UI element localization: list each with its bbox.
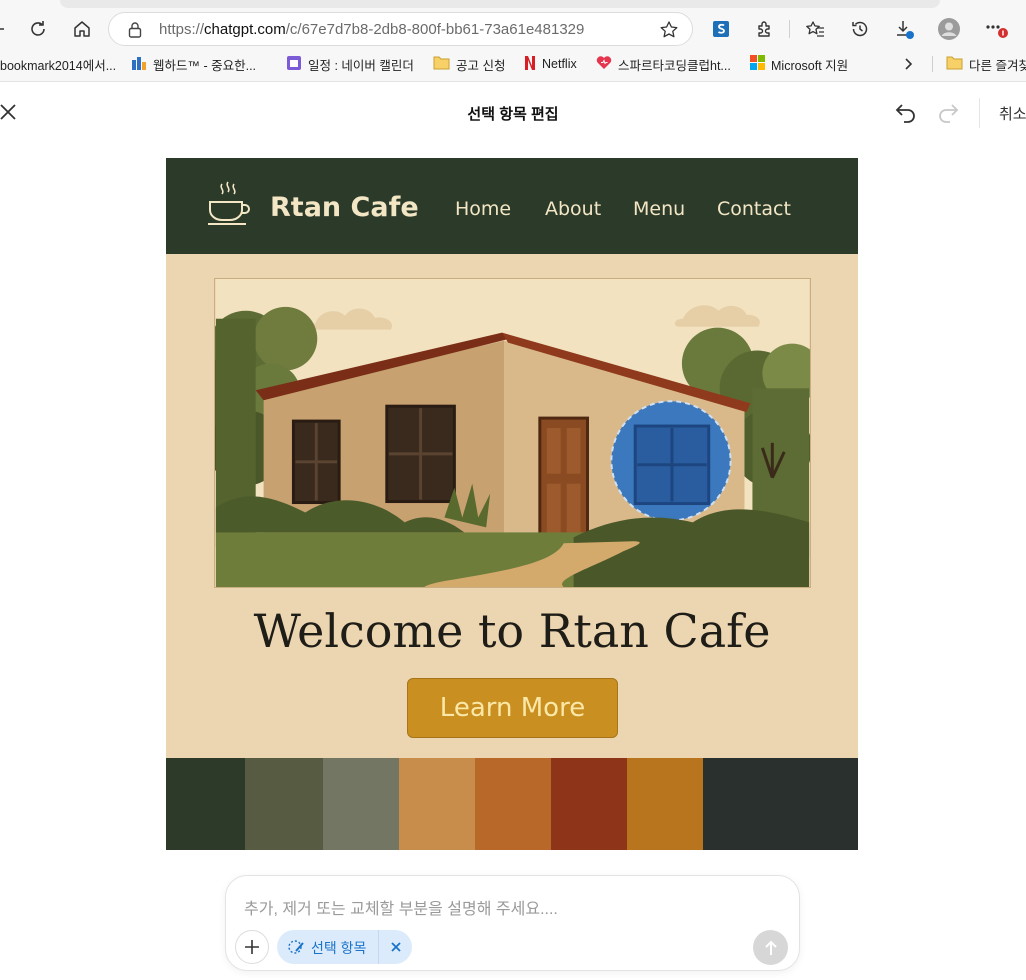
bookmark-item[interactable]: 웹하드™ - 중요한... [131,54,256,74]
bookmark-label: Microsoft 지원 [771,58,849,73]
arrow-up-icon [764,940,777,955]
tab-strip [60,0,940,8]
favorite-star-icon[interactable] [659,20,679,45]
selection-chip[interactable]: 선택 항목 [277,930,412,964]
add-attachment-button[interactable] [235,930,269,964]
toolbar-divider [789,20,790,38]
back-icon[interactable] [0,14,16,44]
bookmark-item[interactable]: 스파르타코딩클럽ht... [596,54,731,74]
settings-more-icon[interactable] [980,14,1010,44]
address-bar[interactable]: https://chatgpt.com/c/67e7d7b8-2db8-800f… [108,12,693,46]
redo-icon[interactable] [934,100,960,126]
site-nav-home: Home [455,198,512,220]
edit-prompt-composer: 추가, 제거 또는 교체할 부분을 설명해 주세요.... 선택 항목 [225,875,800,971]
lock-icon[interactable] [127,21,143,44]
bookmark-label: 웹하드™ - 중요한... [153,58,257,73]
remove-selection-close-icon[interactable] [387,938,405,956]
netflix-icon [524,55,536,74]
color-palette [166,758,858,850]
bookmark-item[interactable]: 다른 즐겨찾기 [946,54,1026,74]
site-learn-more-label: Learn More [439,693,586,723]
sparta-heart-icon [596,55,612,73]
plus-icon [245,940,259,954]
bookmark-item[interactable]: bookmark2014에서... [0,54,116,74]
bookmarks-divider [932,56,933,72]
bookmark-label: Netflix [542,57,577,71]
palette-swatch [703,758,858,850]
home-icon[interactable] [67,14,97,44]
palette-swatch [399,758,475,850]
microsoft-icon [750,55,765,73]
coffee-cup-icon [208,181,250,225]
palette-swatch [627,758,703,850]
extensions-puzzle-icon[interactable] [750,14,780,44]
favorites-icon[interactable] [800,14,830,44]
calendar-icon [286,55,302,74]
bookmark-item[interactable]: 공고 신청 [433,54,505,74]
downloads-icon[interactable] [889,14,919,44]
header-divider [979,98,980,128]
send-button[interactable] [753,930,788,965]
bookmark-label: 다른 즐겨찾기 [969,58,1026,73]
profile-avatar-icon[interactable] [934,14,964,44]
url-text: https://chatgpt.com/c/67e7d7b8-2db8-800f… [159,21,585,38]
reload-icon[interactable] [23,14,53,44]
site-brand: Rtan Cafe [270,192,419,223]
bookmarks-overflow-chevron-icon[interactable] [902,54,914,74]
site-nav-contact: Contact [717,198,791,220]
editor-title: 선택 항목 편집 [467,106,559,123]
palette-swatch [475,758,551,850]
site-nav-menu: Menu [633,198,686,220]
chip-divider [378,930,379,964]
site-learn-more-button: Learn More [407,678,618,738]
cancel-button[interactable]: 취소 [999,103,1026,124]
folder-icon [433,55,450,73]
history-icon[interactable] [845,14,875,44]
palette-swatch [245,758,323,850]
undo-icon[interactable] [894,100,920,126]
browser-chrome: https://chatgpt.com/c/67e7d7b8-2db8-800f… [0,0,1026,82]
palette-swatch [323,758,399,850]
bookmark-label: 공고 신청 [456,58,506,73]
bookmark-item[interactable]: Microsoft 지원 [750,54,848,74]
selection-brush-icon [287,938,305,961]
cafe-building-illustration [214,278,811,588]
bookmark-item[interactable]: Netflix [524,54,577,74]
folder-icon [946,55,963,73]
selection-chip-label: 선택 항목 [311,940,367,956]
bookmark-item[interactable]: 일정 : 네이버 캘린더 [286,54,414,74]
extension-s-icon[interactable] [706,14,736,44]
palette-swatch [166,758,245,850]
palette-swatch [551,758,627,850]
prompt-input[interactable]: 추가, 제거 또는 교체할 부분을 설명해 주세요.... [244,895,558,919]
bookmark-label: 일정 : 네이버 캘린더 [308,58,414,73]
generated-image[interactable]: Rtan Cafe Home About Menu Contact Welcom… [166,158,858,850]
bookmarks-bar: bookmark2014에서... 웹하드™ - 중요한... 일정 : 네이버… [0,50,1026,78]
bookmark-label: 스파르타코딩클럽ht... [618,58,731,73]
site-nav-about: About [545,198,602,220]
site-navbar: Rtan Cafe Home About Menu Contact [166,158,858,254]
webhard-icon [131,55,147,74]
site-headline: Welcome to Rtan Cafe [253,604,771,658]
bookmark-label: bookmark2014에서... [0,58,117,73]
